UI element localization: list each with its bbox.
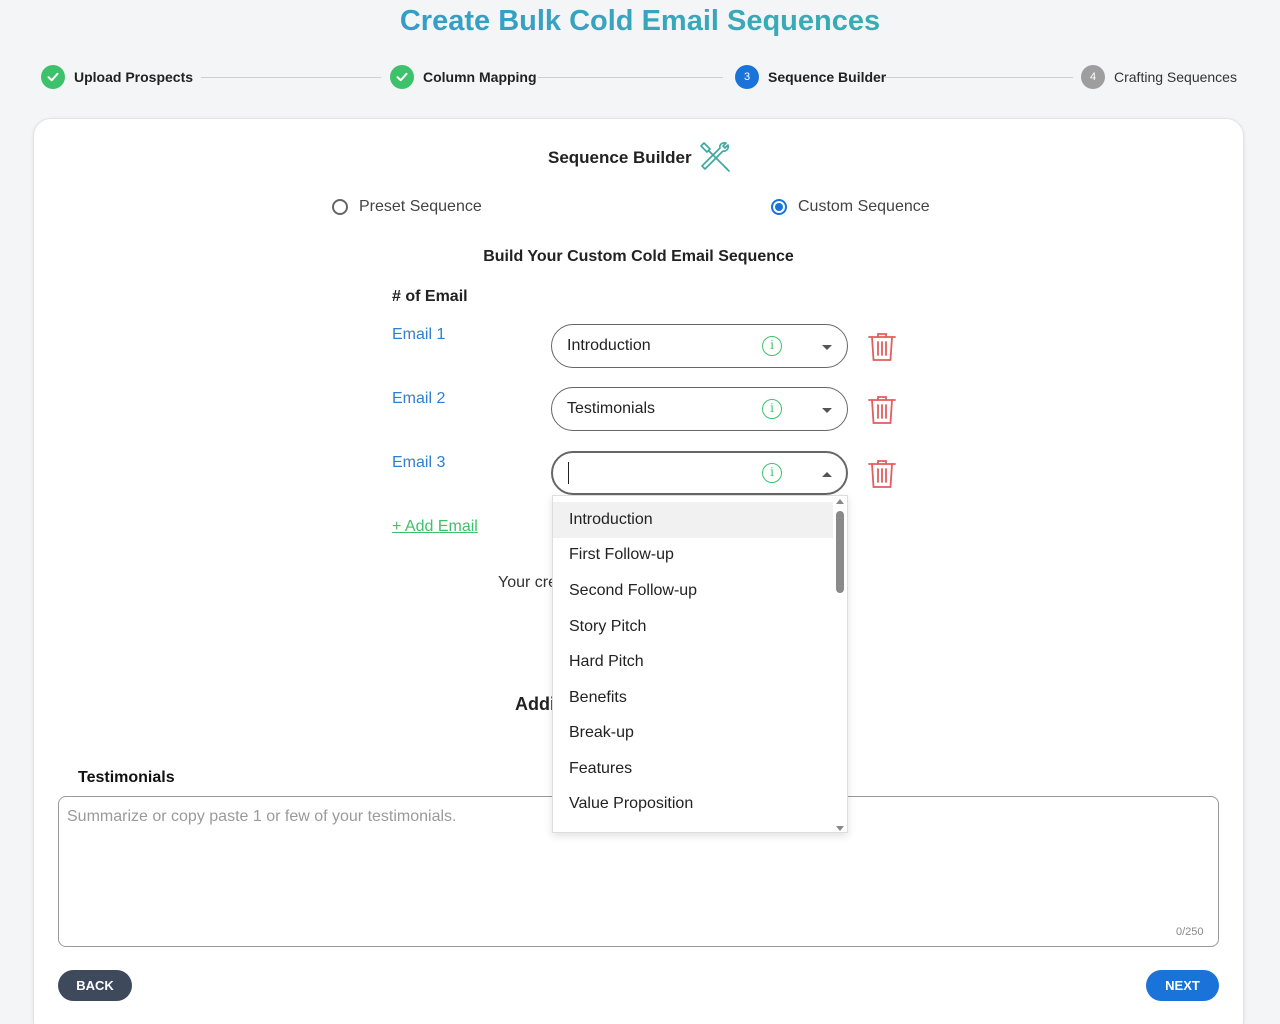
- email-1-label: Email 1: [392, 326, 446, 343]
- next-button[interactable]: NEXT: [1146, 970, 1219, 1001]
- select-value: Introduction: [567, 337, 651, 354]
- step-label: Sequence Builder: [768, 69, 887, 85]
- trash-icon[interactable]: [866, 330, 898, 362]
- additional-info-heading: Addi: [515, 694, 555, 714]
- chevron-down-icon[interactable]: [822, 345, 832, 350]
- step-number: 4: [1081, 65, 1105, 89]
- sequence-type-dropdown[interactable]: Introduction First Follow-up Second Foll…: [552, 495, 848, 833]
- dropdown-option[interactable]: Features: [553, 751, 835, 787]
- sequence-info-text: Your cre: [498, 574, 557, 591]
- dropdown-scrollbar[interactable]: [833, 496, 847, 832]
- check-icon: [390, 65, 414, 89]
- radio-button[interactable]: [332, 199, 348, 215]
- dropdown-option[interactable]: Benefits: [553, 680, 835, 716]
- dropdown-option[interactable]: Second Follow-up: [553, 573, 835, 609]
- radio-label: Custom Sequence: [798, 198, 930, 215]
- back-button[interactable]: BACK: [58, 970, 132, 1001]
- chevron-down-icon[interactable]: [822, 408, 832, 413]
- info-icon[interactable]: i: [762, 336, 782, 356]
- step-crafting-sequences: 4 Crafting Sequences: [1081, 64, 1237, 90]
- check-icon: [41, 65, 65, 89]
- email-1-select[interactable]: Introduction i: [551, 324, 848, 368]
- step-label: Upload Prospects: [74, 69, 194, 85]
- radio-label: Preset Sequence: [359, 198, 482, 215]
- step-connector: [538, 77, 723, 78]
- section-title: Sequence Builder: [548, 148, 692, 167]
- text-cursor: [568, 462, 569, 484]
- preset-sequence-option[interactable]: Preset Sequence: [332, 198, 482, 216]
- email-count-label: # of Email: [392, 288, 468, 305]
- trash-icon[interactable]: [866, 393, 898, 425]
- step-number: 3: [735, 65, 759, 89]
- step-label: Column Mapping: [423, 69, 537, 85]
- step-column-mapping: Column Mapping: [390, 64, 537, 90]
- radio-button[interactable]: [771, 199, 787, 215]
- stepper: Upload Prospects Column Mapping 3 Sequen…: [41, 64, 1241, 90]
- info-icon[interactable]: i: [762, 463, 782, 483]
- email-2-label: Email 2: [392, 390, 446, 407]
- dropdown-option[interactable]: Break-up: [553, 715, 835, 751]
- trash-icon[interactable]: [866, 457, 898, 489]
- page-title: Create Bulk Cold Email Sequences: [0, 4, 1280, 38]
- testimonials-label: Testimonials: [78, 769, 175, 786]
- scrollbar-thumb[interactable]: [836, 511, 844, 593]
- build-title: Build Your Custom Cold Email Sequence: [483, 248, 794, 265]
- dropdown-option[interactable]: Hard Pitch: [553, 644, 835, 680]
- scroll-up-icon[interactable]: [836, 499, 844, 504]
- chevron-up-icon[interactable]: [822, 472, 832, 477]
- add-email-link[interactable]: + Add Email: [392, 518, 478, 536]
- step-upload-prospects: Upload Prospects: [41, 64, 193, 90]
- dropdown-option[interactable]: Story Pitch: [553, 609, 835, 645]
- step-label: Crafting Sequences: [1114, 69, 1237, 85]
- dropdown-option[interactable]: Value Proposition: [553, 786, 835, 822]
- dropdown-option[interactable]: Introduction: [553, 502, 835, 538]
- email-3-label: Email 3: [392, 454, 446, 471]
- step-sequence-builder: 3 Sequence Builder: [735, 64, 886, 90]
- step-connector: [201, 77, 381, 78]
- step-connector: [885, 77, 1073, 78]
- tools-icon: [700, 142, 730, 172]
- info-icon[interactable]: i: [762, 399, 782, 419]
- email-3-select[interactable]: i: [551, 451, 848, 495]
- character-counter: 0/250: [1176, 926, 1204, 938]
- custom-sequence-option[interactable]: Custom Sequence: [771, 198, 930, 216]
- scroll-down-icon[interactable]: [836, 826, 844, 831]
- select-value: Testimonials: [567, 400, 656, 417]
- dropdown-option[interactable]: First Follow-up: [553, 537, 835, 573]
- email-2-select[interactable]: Testimonials i: [551, 387, 848, 431]
